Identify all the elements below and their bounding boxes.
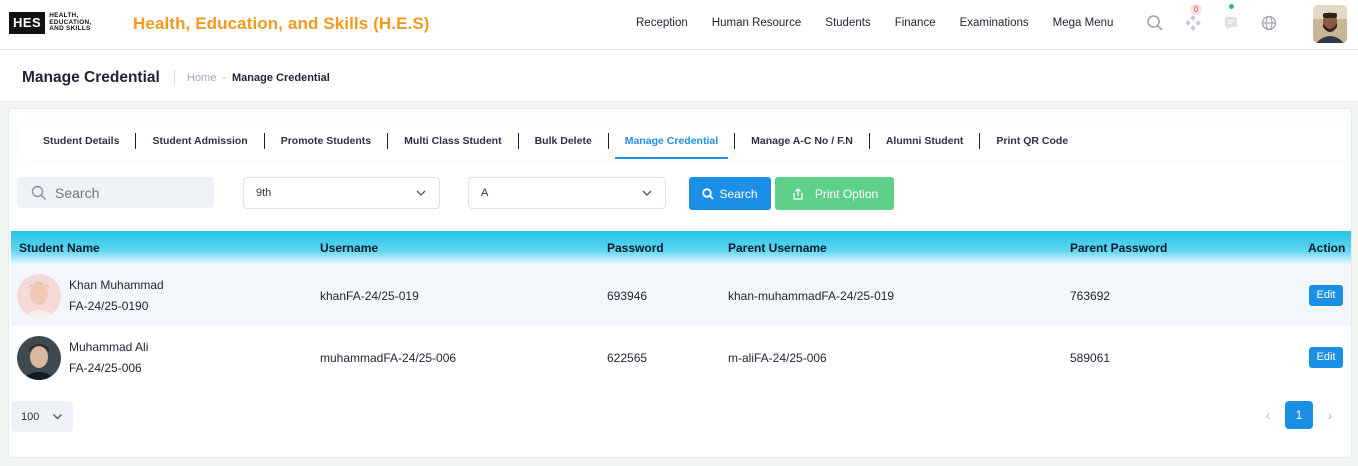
edit-button[interactable]: Edit xyxy=(1309,347,1343,368)
section-select[interactable]: A xyxy=(468,177,666,209)
table-row: Khan Muhammad FA-24/25-0190 khanFA-24/25… xyxy=(11,264,1351,326)
chevron-down-icon xyxy=(416,190,426,196)
nav-reception[interactable]: Reception xyxy=(636,17,688,29)
divider xyxy=(174,70,175,84)
tab-promote-students[interactable]: Promote Students xyxy=(265,121,387,161)
next-page-button[interactable]: › xyxy=(1319,401,1341,429)
main-card: Student Details Student Admission Promot… xyxy=(8,108,1352,458)
app-title: Health, Education, and Skills (H.E.S) xyxy=(133,14,430,33)
top-header: HES HEALTH, EDUCATION, AND SKILLS Health… xyxy=(0,0,1358,50)
student-tabs: Student Details Student Admission Promot… xyxy=(19,121,1345,161)
chevron-down-icon xyxy=(53,414,62,420)
user-avatar[interactable] xyxy=(1313,5,1347,43)
tab-multi-class-student[interactable]: Multi Class Student xyxy=(388,121,517,161)
parent-username-cell: m-aliFA-24/25-006 xyxy=(728,351,827,365)
nav-human-resource[interactable]: Human Resource xyxy=(712,17,801,29)
page-header: Manage Credential Home - Manage Credenti… xyxy=(0,50,1358,102)
print-option-button[interactable]: Print Option xyxy=(775,177,894,210)
page-title: Manage Credential xyxy=(22,69,160,86)
chat-icon[interactable] xyxy=(1216,4,1246,38)
search-input[interactable] xyxy=(55,184,205,201)
tab-student-details[interactable]: Student Details xyxy=(27,121,135,161)
column-parent-password[interactable]: Parent Password xyxy=(1070,241,1167,255)
breadcrumb-separator: - xyxy=(222,72,227,84)
tab-bulk-delete[interactable]: Bulk Delete xyxy=(519,121,608,161)
nav-mega-menu[interactable]: Mega Menu xyxy=(1053,17,1114,29)
tab-student-admission[interactable]: Student Admission xyxy=(136,121,263,161)
table-header: Student Name Username Password Parent Us… xyxy=(11,231,1351,264)
column-student-name[interactable]: Student Name xyxy=(19,241,100,255)
tab-print-qr-code[interactable]: Print QR Code xyxy=(980,121,1084,161)
prev-page-button[interactable]: ‹ xyxy=(1257,401,1279,429)
breadcrumb-current: Manage Credential xyxy=(232,72,330,84)
apps-icon[interactable]: 0 xyxy=(1178,4,1208,38)
student-avatar xyxy=(17,274,61,318)
globe-icon[interactable] xyxy=(1254,8,1284,38)
parent-password-cell: 589061 xyxy=(1070,351,1111,365)
student-id: FA-24/25-006 xyxy=(69,361,142,375)
logo-text: HEALTH, EDUCATION, AND SKILLS xyxy=(49,12,92,33)
parent-password-cell: 763692 xyxy=(1070,289,1111,303)
breadcrumb-home[interactable]: Home xyxy=(187,72,216,84)
student-id: FA-24/25-0190 xyxy=(69,299,149,313)
class-select-value: 9th xyxy=(256,187,272,199)
tab-alumni-student[interactable]: Alumni Student xyxy=(870,121,980,161)
breadcrumb: Home - Manage Credential xyxy=(187,72,330,84)
print-option-label: Print Option xyxy=(814,186,879,201)
search-button[interactable]: Search xyxy=(689,177,771,210)
search-icon[interactable] xyxy=(1140,8,1170,38)
parent-username-cell: khan-muhammadFA-24/25-019 xyxy=(728,289,895,303)
search-field[interactable] xyxy=(17,177,214,208)
search-icon xyxy=(31,185,46,200)
top-navigation: Reception Human Resource Students Financ… xyxy=(636,17,1137,29)
section-select-value: A xyxy=(481,187,489,199)
password-cell: 693946 xyxy=(607,289,648,303)
nav-examinations[interactable]: Examinations xyxy=(960,17,1029,29)
page-size-select[interactable]: 100 xyxy=(11,401,73,432)
student-name: Muhammad Ali xyxy=(69,340,149,354)
column-username[interactable]: Username xyxy=(320,241,378,255)
logo[interactable]: HES HEALTH, EDUCATION, AND SKILLS xyxy=(9,12,117,34)
search-button-label: Search xyxy=(719,186,758,201)
search-icon xyxy=(702,187,715,200)
password-cell: 622565 xyxy=(607,351,648,365)
chevron-down-icon xyxy=(642,190,652,196)
notification-badge: 0 xyxy=(1190,4,1202,15)
edit-button[interactable]: Edit xyxy=(1309,285,1343,306)
column-action: Action xyxy=(1308,241,1346,255)
table-row: Muhammad Ali FA-24/25-006 muhammadFA-24/… xyxy=(11,326,1351,388)
username-cell: muhammadFA-24/25-006 xyxy=(320,351,457,365)
student-avatar xyxy=(17,336,61,380)
student-name: Khan Muhammad xyxy=(69,278,164,292)
header-icons: 0 xyxy=(1140,4,1292,38)
page-size-value: 100 xyxy=(21,410,40,423)
column-parent-username[interactable]: Parent Username xyxy=(728,241,827,255)
tab-manage-credential[interactable]: Manage Credential xyxy=(609,121,734,161)
logo-mark: HES xyxy=(9,12,46,34)
nav-students[interactable]: Students xyxy=(825,17,870,29)
page-button-1[interactable]: 1 xyxy=(1285,401,1313,429)
pagination: ‹ 1 › xyxy=(1257,401,1341,429)
tab-manage-ac-no[interactable]: Manage A-C No / F.N xyxy=(735,121,869,161)
nav-finance[interactable]: Finance xyxy=(895,17,936,29)
upload-icon xyxy=(793,187,803,200)
column-password[interactable]: Password xyxy=(607,241,664,255)
online-dot xyxy=(1229,4,1234,9)
username-cell: khanFA-24/25-019 xyxy=(320,289,419,303)
class-select[interactable]: 9th xyxy=(243,177,440,209)
